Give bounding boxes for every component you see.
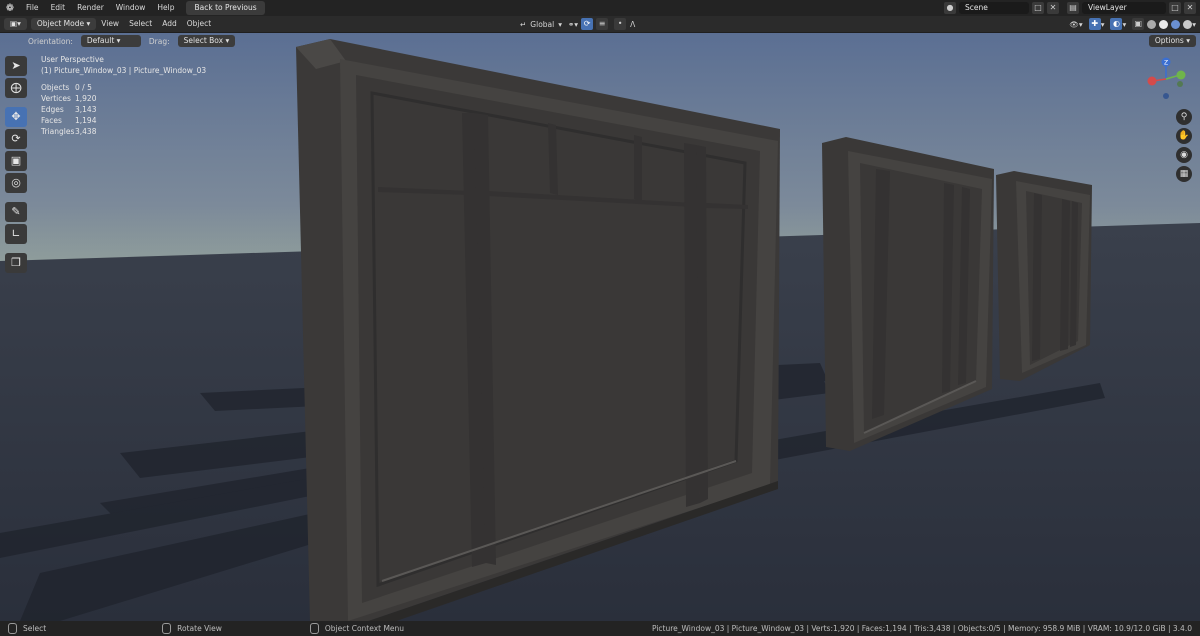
viewlayer-close-icon[interactable]: ✕ <box>1184 2 1196 14</box>
shading-dropdown-icon[interactable]: ▾ <box>1192 20 1196 29</box>
perspective-grid-icon[interactable]: ▦ <box>1176 166 1192 182</box>
gizmo-z-label: Z <box>1164 60 1168 67</box>
stat-row: Vertices 1,920 <box>41 94 97 103</box>
tool-shelf: ➤ ⨁ ✥ ⟳ ▣ ◎ ✎ ∟ ❒ <box>5 54 31 275</box>
options-label: Options <box>1154 36 1184 45</box>
transform-controls: ↵ Global ▾ ⚭▾ ⟳ ≡ • Λ <box>520 16 635 32</box>
stat-row: Edges 3,143 <box>41 105 97 114</box>
gizmo-neg-y[interactable] <box>1177 81 1183 87</box>
stat-row: Objects 0 / 5 <box>41 83 92 92</box>
menu-help[interactable]: Help <box>151 0 180 16</box>
viewlayer-icon[interactable]: ▤ <box>1067 2 1079 14</box>
transform-icon[interactable]: ◎ <box>5 173 27 193</box>
overlays-dropdown-icon[interactable]: ▾ <box>1122 20 1126 29</box>
drag-value: Select Box <box>183 36 224 45</box>
mode-label: Object Mode <box>36 19 85 28</box>
scene-copy-icon[interactable]: □ <box>1032 2 1044 14</box>
pivot-icon[interactable]: ⚭▾ <box>568 20 578 29</box>
rotate-icon[interactable]: ⟳ <box>5 129 27 149</box>
measure-icon[interactable]: ∟ <box>5 224 27 244</box>
scene-close-icon[interactable]: ✕ <box>1047 2 1059 14</box>
options-button[interactable]: Options ▾ <box>1148 35 1196 47</box>
viewlayer-field[interactable]: ViewLayer <box>1082 2 1166 14</box>
drag-dropdown[interactable]: Select Box ▾ <box>177 35 236 47</box>
xray-icon[interactable]: ▣ <box>1132 18 1145 30</box>
cursor-icon[interactable]: ⨁ <box>5 78 27 98</box>
status-info: Picture_Window_03 | Picture_Window_03 | … <box>651 624 1192 633</box>
add-cube-icon[interactable]: ❒ <box>5 253 27 273</box>
wireframe-shading-icon[interactable] <box>1147 19 1157 29</box>
gizmo-neg-z[interactable] <box>1163 93 1169 99</box>
active-object-name: (1) Picture_Window_03 | Picture_Window_0… <box>41 66 207 75</box>
snap-target-icon[interactable]: ≡ <box>596 18 609 30</box>
blender-logo-icon[interactable]: ❁ <box>0 3 20 14</box>
viewport-display-controls: 👁▾ ✚ ▾ ◐ ▾ ▣ ▾ <box>1069 16 1196 32</box>
pan-hand-icon[interactable]: ✋ <box>1176 128 1192 144</box>
tool-settings-header: Orientation: Default ▾ Drag: Select Box … <box>0 33 1200 49</box>
status-rotate: Rotate View <box>154 623 222 634</box>
stat-row: Faces 1,194 <box>41 116 97 125</box>
stat-row: Triangles 3,438 <box>41 127 97 136</box>
orientation-dropdown[interactable]: Default ▾ <box>80 35 141 47</box>
status-context: Object Context Menu <box>302 623 404 634</box>
scene-controls: ● Scene □ ✕ ▤ ViewLayer □ ✕ <box>941 0 1200 16</box>
falloff-icon[interactable]: Λ <box>630 20 635 29</box>
visibility-icon[interactable]: 👁▾ <box>1069 20 1082 29</box>
orientation-label: Orientation: <box>28 36 73 46</box>
orientation-value: Default <box>86 36 115 45</box>
picture-window-3 <box>996 171 1092 381</box>
move-icon[interactable]: ✥ <box>5 107 27 127</box>
menu-add[interactable]: Add <box>157 16 182 32</box>
snap-icon[interactable]: ⟳ <box>581 18 594 30</box>
overlays-icon[interactable]: ◐ <box>1110 18 1123 30</box>
mouse-middle-icon <box>162 623 172 634</box>
drag-label: Drag: <box>148 36 170 46</box>
viewport-info-overlay: User Perspective (1) Picture_Window_03 |… <box>41 54 206 137</box>
viewport-header: ▣▾ Object Mode ▾ View Select Add Object … <box>0 16 1200 33</box>
zoom-icon[interactable]: ⚲ <box>1176 109 1192 125</box>
transform-orientation-dropdown[interactable]: Global <box>530 20 554 29</box>
back-to-previous-button[interactable]: Back to Previous <box>186 1 265 15</box>
status-select: Select <box>0 623 46 634</box>
status-bar: Select Rotate View Object Context Menu P… <box>0 621 1200 636</box>
navigation-gizmo[interactable]: Z <box>1144 55 1190 101</box>
scale-icon[interactable]: ▣ <box>5 151 27 171</box>
scene-statistics: Objects 0 / 5 Vertices 1,920 Edges 3,143 Fa… <box>41 82 206 137</box>
navigation-buttons: ⚲ ✋ ◉ ▦ <box>1176 106 1192 185</box>
scene-icon[interactable]: ● <box>944 2 956 14</box>
menu-render[interactable]: Render <box>71 0 110 16</box>
menu-select[interactable]: Select <box>124 16 157 32</box>
mode-dropdown[interactable]: Object Mode ▾ <box>30 18 97 30</box>
solid-shading-icon[interactable] <box>1159 19 1169 29</box>
rendered-shading-icon[interactable] <box>1183 19 1193 29</box>
editor-type-dropdown[interactable]: ▣▾ <box>4 18 27 30</box>
scene-field[interactable]: Scene <box>959 2 1029 14</box>
menu-view[interactable]: View <box>96 16 124 32</box>
mouse-left-icon <box>8 623 17 634</box>
material-shading-icon[interactable] <box>1171 19 1181 29</box>
gizmo-toggle-icon[interactable]: ✚ <box>1088 18 1101 30</box>
menu-edit[interactable]: Edit <box>45 0 72 16</box>
top-bar: ❁ File Edit Render Window Help Back to P… <box>0 0 1200 16</box>
gizmo-x-axis[interactable] <box>1147 76 1157 86</box>
chevron-down-icon: ▾ <box>558 19 562 29</box>
select-box-icon[interactable]: ➤ <box>5 56 27 76</box>
mouse-right-icon <box>309 623 319 634</box>
menu-file[interactable]: File <box>20 0 45 16</box>
viewlayer-copy-icon[interactable]: □ <box>1169 2 1181 14</box>
gizmo-y-axis[interactable] <box>1176 70 1186 80</box>
menu-object[interactable]: Object <box>182 16 216 32</box>
camera-view-icon[interactable]: ◉ <box>1176 147 1192 163</box>
proportional-edit-icon[interactable]: • <box>614 18 627 30</box>
view-name: User Perspective <box>41 55 104 64</box>
menu-window[interactable]: Window <box>110 0 152 16</box>
annotate-icon[interactable]: ✎ <box>5 202 27 222</box>
orientation-icon: ↵ <box>520 19 527 29</box>
gizmo-dropdown-icon[interactable]: ▾ <box>1101 20 1105 29</box>
